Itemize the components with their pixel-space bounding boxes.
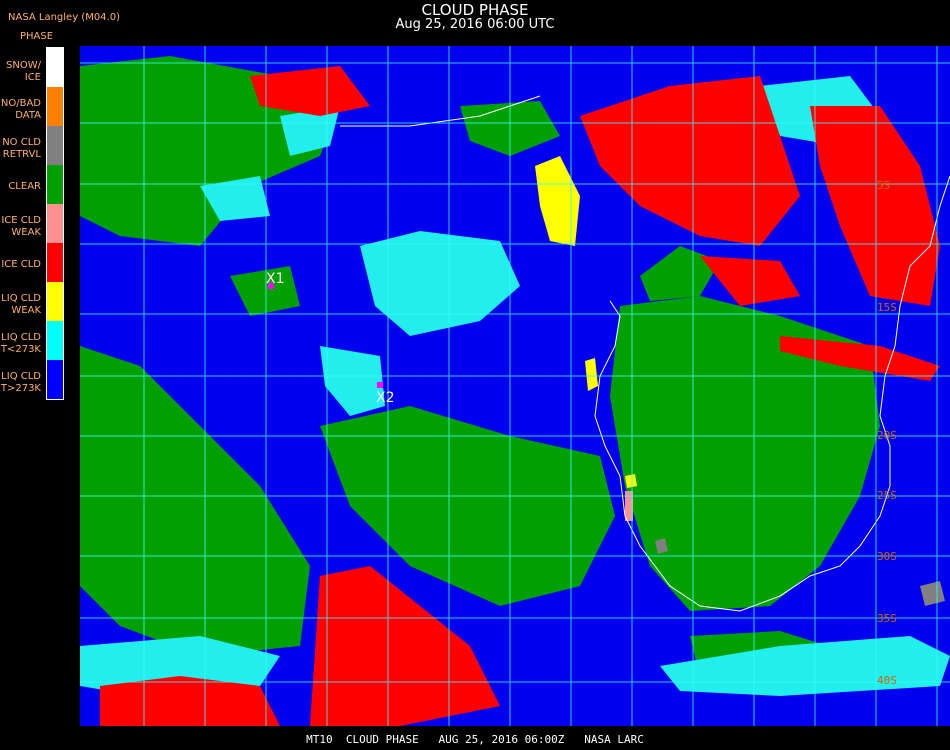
legend-colorbar	[46, 47, 64, 400]
map-subtitle: Aug 25, 2016 06:00 UTC	[395, 17, 555, 32]
cloud-phase-map: 5S 15S 20S 25S 30S 35S 40S X1 X2	[80, 46, 950, 726]
lat-label-30s: 30S	[877, 550, 897, 563]
legend-swatch-liq-cld-weak	[47, 282, 63, 321]
marker-x2-dot[interactable]	[377, 382, 383, 388]
marker-x1-label: X1	[266, 271, 285, 287]
lat-label-25s: 25S	[877, 489, 897, 502]
lat-label-5s: 5S	[877, 179, 890, 192]
legend-swatch-clear	[47, 165, 63, 204]
lat-label-40s: 40S	[877, 674, 897, 687]
lat-label-20s: 20S	[877, 429, 897, 442]
footer-caption: MT10 CLOUD PHASE AUG 25, 2016 06:00Z NAS…	[306, 733, 644, 746]
marker-x2-label: X2	[376, 390, 395, 406]
legend-swatch-no-cld-retrvl	[47, 126, 63, 165]
legend-swatch-snow-ice	[47, 48, 63, 87]
legend-label-ice-cld: ICE CLD	[1, 259, 41, 270]
lat-label-15s: 15S	[877, 301, 897, 314]
legend-swatch-ice-cld-weak	[47, 204, 63, 243]
legend-label-ice-cld-weak: ICE CLD WEAK	[1, 215, 41, 238]
legend-swatch-liq-cld-warm	[47, 360, 63, 399]
legend-label-no-cld-retrvl: NO CLD RETRVL	[2, 137, 41, 160]
legend-title: PHASE	[20, 31, 54, 42]
legend-swatch-liq-cld-cold	[47, 321, 63, 360]
legend-swatch-ice-cld	[47, 243, 63, 282]
legend-label-liq-cld-cold: LIQ CLD T<273K	[0, 332, 41, 355]
legend-label-liq-cld-weak: LIQ CLD WEAK	[1, 293, 41, 316]
provider-label: NASA Langley (M04.0)	[8, 12, 120, 23]
legend-label-snow-ice: SNOW/ ICE	[6, 60, 41, 83]
lat-label-35s: 35S	[877, 612, 897, 625]
legend-label-no-bad-data: NO/BAD DATA	[0, 98, 41, 121]
legend-label-liq-cld-warm: LIQ CLD T>273K	[0, 371, 41, 394]
legend-label-clear: CLEAR	[8, 181, 41, 192]
legend-swatch-no-bad-data	[47, 87, 63, 126]
